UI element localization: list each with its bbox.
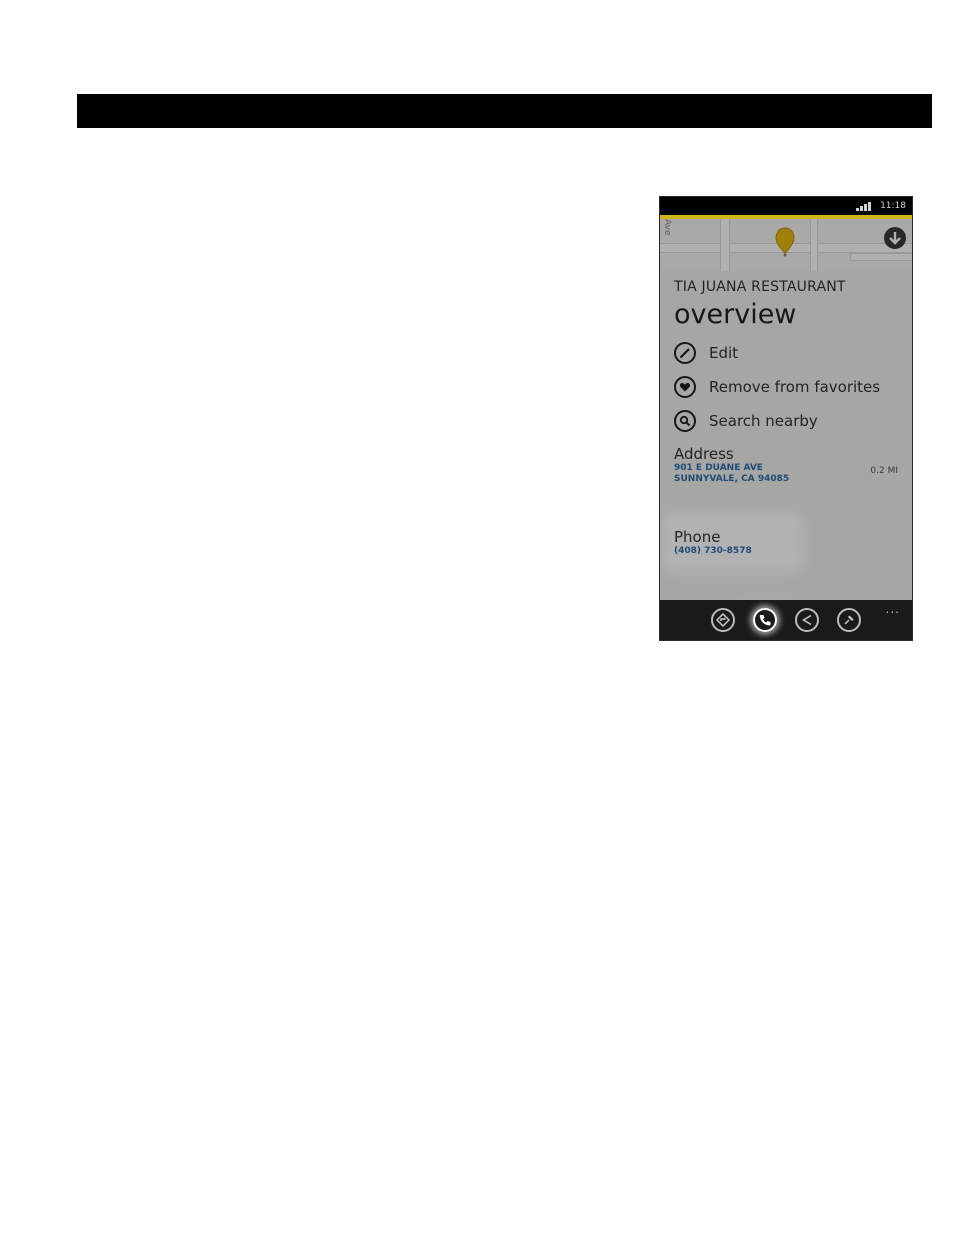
address-line-1[interactable]: 901 E DUANE AVE	[674, 463, 902, 474]
search-nearby-label: Search nearby	[709, 412, 818, 430]
edit-button[interactable]: Edit	[674, 336, 902, 370]
download-icon[interactable]	[884, 227, 906, 249]
address-section: Address 901 E DUANE AVE SUNNYVALE, CA 94…	[674, 446, 902, 485]
map-street-label: Ave	[662, 219, 672, 236]
status-time: 11:18	[880, 201, 906, 211]
address-line-2[interactable]: SUNNYVALE, CA 94085	[674, 474, 902, 485]
document-header-bar	[77, 94, 932, 128]
search-nearby-button[interactable]: Search nearby	[674, 404, 902, 438]
remove-from-favorites-label: Remove from favorites	[709, 378, 881, 396]
pin-to-start-button[interactable]	[837, 608, 861, 632]
call-icon	[759, 615, 771, 626]
distance-value: 0.2 MI	[870, 466, 898, 476]
pin-icon	[844, 615, 854, 625]
phone-number-link[interactable]: (408) 730-8578	[674, 546, 752, 557]
call-button[interactable]	[753, 608, 777, 632]
pencil-icon	[674, 342, 696, 364]
signal-strength-icon	[856, 201, 874, 211]
heart-icon	[674, 376, 696, 398]
phone-label: Phone	[674, 528, 721, 546]
phone-section[interactable]: Phone (408) 730-8578	[674, 529, 752, 557]
share-button[interactable]	[795, 608, 819, 632]
place-overview-screen: Ave TIA JUANA RESTAURANT overview Edit R…	[660, 219, 912, 625]
place-name: TIA JUANA RESTAURANT	[674, 279, 846, 295]
address-label: Address	[674, 445, 734, 463]
status-bar: 11:18	[660, 197, 912, 215]
more-options-button[interactable]: ...	[886, 602, 900, 616]
location-pin-icon[interactable]	[775, 227, 795, 257]
directions-button[interactable]	[711, 608, 735, 632]
place-details: TIA JUANA RESTAURANT overview Edit Remov…	[674, 279, 902, 485]
app-bar: ...	[660, 600, 912, 640]
directions-icon	[716, 613, 730, 627]
map-preview[interactable]: Ave	[660, 219, 912, 271]
page-title: overview	[674, 299, 797, 330]
phone-screenshot: 11:18 Ave TIA JUANA RESTAURANT overview …	[659, 196, 913, 641]
search-icon	[674, 410, 696, 432]
edit-label: Edit	[709, 344, 739, 362]
share-icon	[802, 614, 812, 626]
remove-from-favorites-button[interactable]: Remove from favorites	[674, 370, 902, 404]
